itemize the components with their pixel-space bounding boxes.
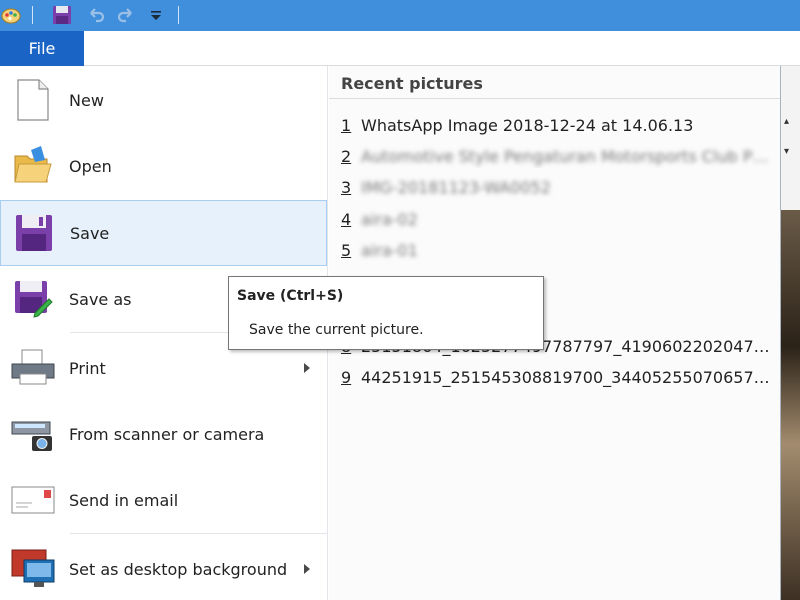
recent-item-number: 1: [341, 115, 352, 135]
recent-pictures-divider: [329, 98, 780, 99]
recent-item-number: 9: [341, 367, 352, 387]
menu-item-set-as-desktop-background[interactable]: Set as desktop background: [0, 536, 327, 600]
recent-item-number: 2: [341, 146, 352, 166]
menu-item-label: From scanner or camera: [69, 424, 265, 444]
menu-item-label: Save: [70, 223, 110, 243]
paint-app-icon[interactable]: [0, 4, 22, 26]
recent-item-number: 3: [341, 177, 352, 197]
quick-access-toolbar: [0, 0, 800, 31]
open-folder-icon: [10, 143, 56, 189]
recent-item[interactable]: 9 44251915_251545308819700_3440525507065…: [341, 365, 779, 389]
recent-pictures-title: Recent pictures: [341, 74, 483, 93]
menu-item-label: New: [69, 90, 104, 110]
recent-item-number: 5: [341, 240, 352, 260]
save-icon[interactable]: [51, 4, 73, 26]
undo-icon[interactable]: [85, 4, 107, 26]
toolbar-separator: [32, 6, 33, 24]
ribbon-tab-strip: [0, 31, 800, 66]
scroll-down-icon: ▾: [784, 146, 790, 157]
menu-item-open[interactable]: Open: [0, 133, 327, 199]
recent-item-name: aira-02: [361, 209, 418, 229]
recent-item-name: 44251915_251545308819700_344052550706578…: [361, 367, 779, 387]
recent-item[interactable]: 2 Automotive Style Pengaturan Motorsport…: [341, 144, 779, 168]
menu-item-save[interactable]: Save: [0, 200, 327, 266]
background-picture: [781, 210, 800, 600]
recent-item[interactable]: 1 WhatsApp Image 2018-12-24 at 14.06.13: [341, 113, 779, 137]
tooltip-title: Save (Ctrl+S): [237, 288, 344, 304]
recent-item-name: WhatsApp Image 2018-12-24 at 14.06.13: [361, 115, 694, 135]
recent-item-name: IMG-20181123-WA0052: [361, 177, 551, 197]
recent-item-name: aira-01: [361, 240, 418, 260]
recent-item[interactable]: 3 IMG-20181123-WA0052: [341, 175, 779, 199]
new-document-icon: [10, 77, 56, 123]
redo-icon[interactable]: [115, 4, 137, 26]
menu-item-send-in-email[interactable]: Send in email: [0, 467, 327, 533]
menu-item-label: Set as desktop background: [69, 559, 288, 579]
recent-item[interactable]: 4 aira-02: [341, 207, 779, 231]
recent-item[interactable]: 5 aira-01: [341, 238, 779, 262]
save-floppy-icon: [11, 210, 57, 256]
submenu-arrow-icon: [304, 564, 310, 574]
desktop-background-icon: [10, 546, 56, 592]
menu-separator: [70, 533, 328, 534]
menu-item-from-scanner-or-camera[interactable]: From scanner or camera: [0, 401, 327, 467]
customize-dropdown-icon[interactable]: [145, 4, 167, 26]
recent-item-name: Automotive Style Pengaturan Motorsports …: [361, 146, 779, 166]
menu-item-new[interactable]: New: [0, 67, 327, 133]
printer-icon: [10, 345, 56, 391]
scanner-camera-icon: [10, 411, 56, 457]
menu-item-label: Send in email: [69, 490, 179, 510]
menu-item-label: Open: [69, 156, 112, 176]
save-tooltip: Save (Ctrl+S) Save the current picture.: [228, 276, 544, 350]
submenu-arrow-icon: [304, 363, 310, 373]
file-tab[interactable]: File: [0, 31, 84, 66]
recent-item-number: 4: [341, 209, 352, 229]
save-as-icon: [10, 276, 56, 322]
menu-item-label: Print: [69, 358, 106, 378]
scroll-up-icon: ▴: [784, 116, 790, 127]
toolbar-separator: [178, 6, 179, 24]
menu-item-label: Save as: [69, 289, 132, 309]
email-icon: [10, 477, 56, 523]
tooltip-description: Save the current picture.: [249, 322, 424, 338]
